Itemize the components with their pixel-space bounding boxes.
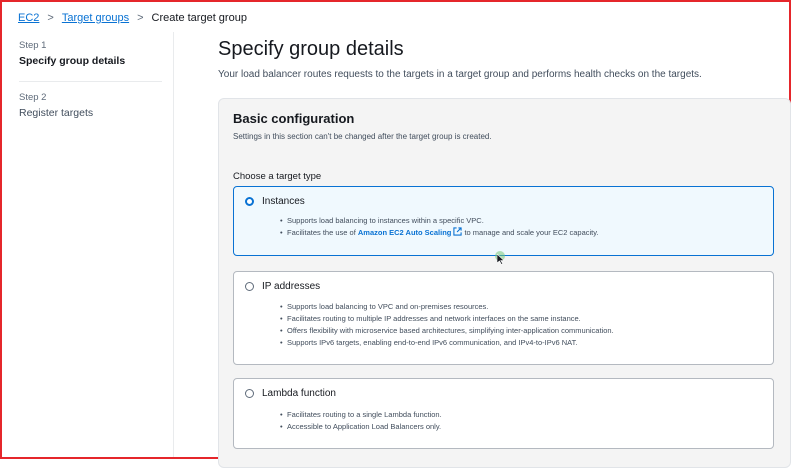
- list-item: Supports load balancing to VPC and on-pr…: [280, 301, 614, 313]
- target-type-lambda-tile[interactable]: Lambda function Facilitates routing to a…: [233, 378, 774, 449]
- chevron-right-icon: >: [47, 12, 54, 24]
- instances-radio[interactable]: [245, 197, 254, 206]
- auto-scaling-link[interactable]: Amazon EC2 Auto Scaling: [358, 228, 451, 237]
- list-item: Supports load balancing to instances wit…: [280, 215, 599, 227]
- breadcrumb: EC2 > Target groups > Create target grou…: [18, 10, 247, 26]
- page-header: Specify group details Your load balancer…: [218, 38, 778, 80]
- bullet-text: to manage and scale your EC2 capacity.: [462, 228, 599, 237]
- breadcrumb-ec2-link[interactable]: EC2: [18, 12, 39, 24]
- step-divider: [19, 81, 162, 82]
- target-type-ip-addresses-tile[interactable]: IP addresses Supports load balancing to …: [233, 271, 774, 365]
- instances-label: Instances: [262, 196, 305, 207]
- chevron-right-icon: >: [137, 12, 144, 24]
- ip-addresses-bullets: Supports load balancing to VPC and on-pr…: [280, 301, 614, 349]
- step-2-number: Step 2: [19, 92, 47, 103]
- sidebar-divider: [173, 32, 174, 457]
- list-item: Offers flexibility with microservice bas…: [280, 325, 614, 337]
- lambda-bullets: Facilitates routing to a single Lambda f…: [280, 409, 442, 433]
- ip-addresses-radio[interactable]: [245, 282, 254, 291]
- mouse-cursor-icon: [497, 254, 505, 265]
- lambda-radio[interactable]: [245, 389, 254, 398]
- step-2-title: Register targets: [19, 107, 94, 119]
- page-description: Your load balancer routes requests to th…: [218, 69, 702, 80]
- bullet-text: Facilitates the use of: [287, 228, 358, 237]
- panel-subtitle: Settings in this section can't be change…: [233, 132, 492, 141]
- breadcrumb-target-groups-link[interactable]: Target groups: [62, 12, 129, 24]
- lambda-label: Lambda function: [262, 388, 336, 399]
- step-1-title[interactable]: Specify group details: [19, 55, 164, 67]
- breadcrumb-current: Create target group: [151, 12, 247, 24]
- target-type-instances-tile[interactable]: Instances Supports load balancing to ins…: [233, 186, 774, 256]
- page-title: Specify group details: [218, 38, 404, 60]
- list-item: Facilitates the use of Amazon EC2 Auto S…: [280, 227, 599, 240]
- list-item: Supports IPv6 targets, enabling end-to-e…: [280, 337, 614, 349]
- list-item: Facilitates routing to multiple IP addre…: [280, 313, 614, 325]
- basic-configuration-panel: Basic configuration Settings in this sec…: [218, 98, 791, 468]
- wizard-steps: Step 1 Specify group details Step 2 Regi…: [19, 40, 164, 119]
- list-item: Facilitates routing to a single Lambda f…: [280, 409, 442, 421]
- step-1-number: Step 1: [19, 40, 47, 51]
- target-type-label: Choose a target type: [233, 171, 322, 182]
- external-link-icon[interactable]: [453, 227, 462, 240]
- instances-bullets: Supports load balancing to instances wit…: [280, 215, 599, 240]
- ip-addresses-label: IP addresses: [262, 281, 321, 292]
- panel-title: Basic configuration: [233, 111, 355, 126]
- list-item: Accessible to Application Load Balancers…: [280, 421, 442, 433]
